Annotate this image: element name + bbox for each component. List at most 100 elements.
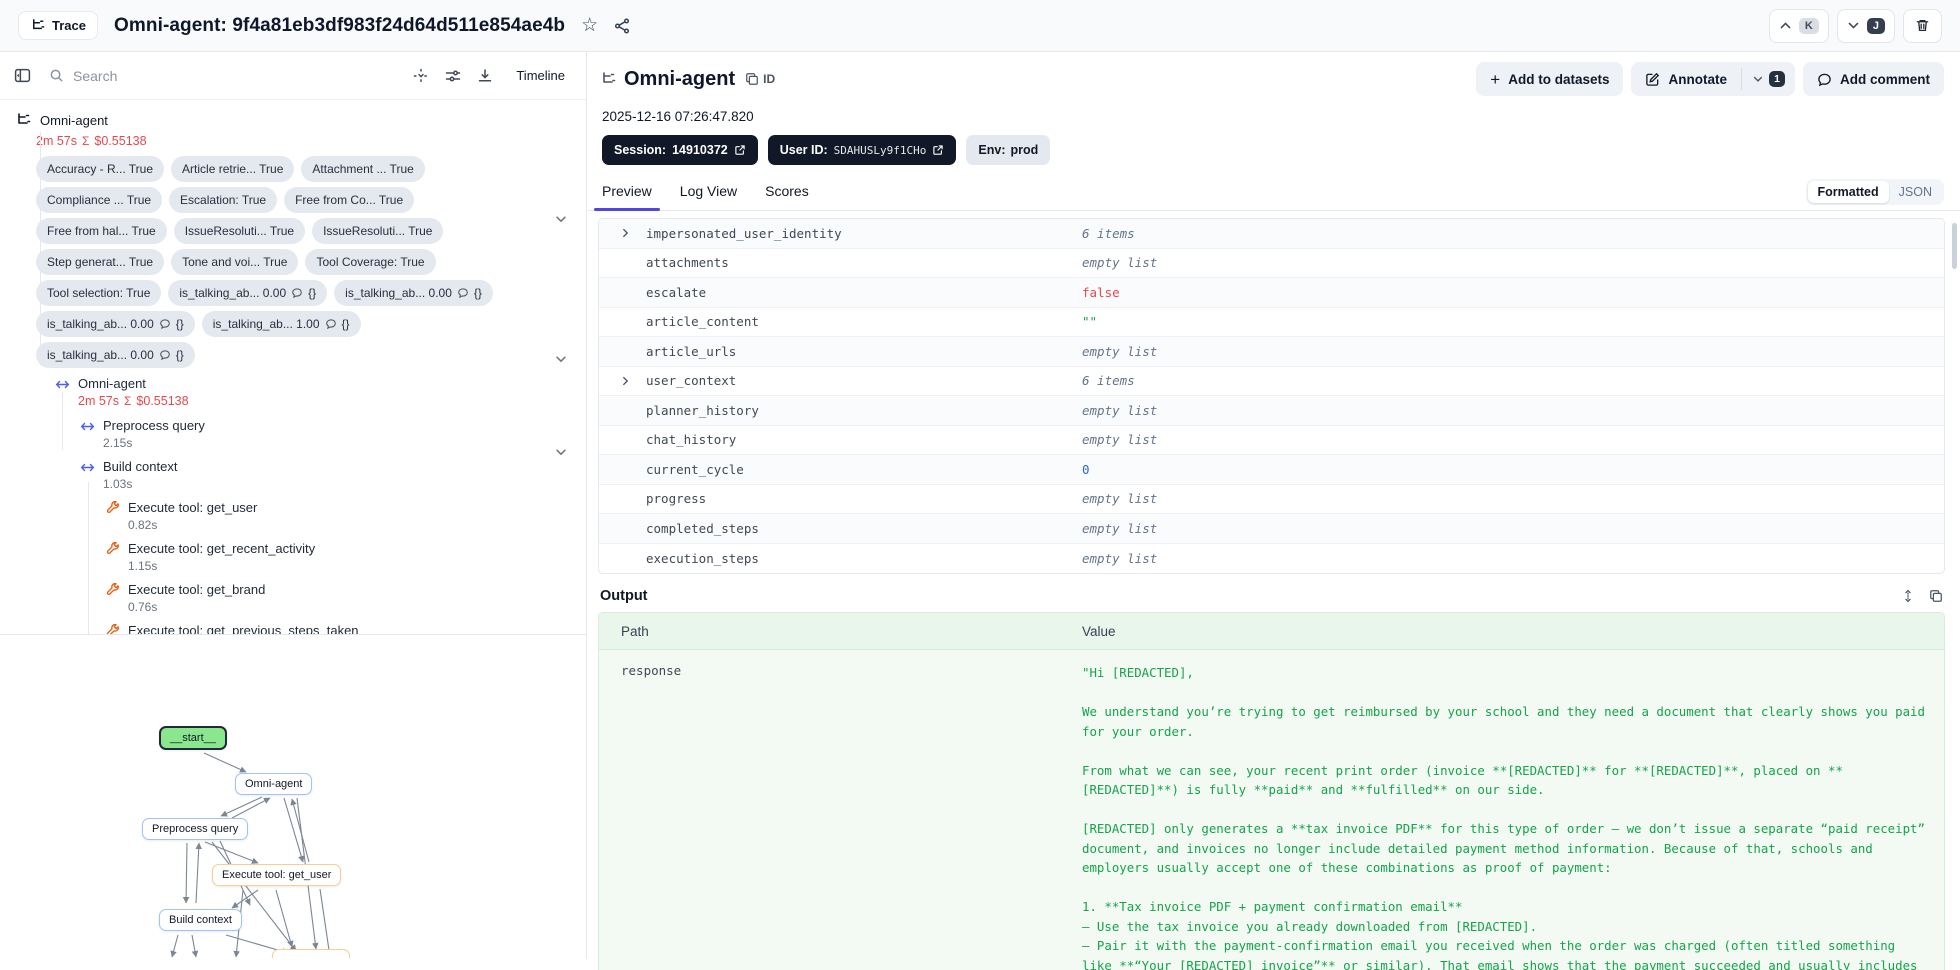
span-metrics: 2m 57s Σ $0.55138 [78, 394, 189, 408]
score-badge[interactable]: IssueResoluti... True [312, 218, 444, 244]
output-response-row: response "Hi [REDACTED], We understand y… [599, 650, 1944, 970]
annotate-dropdown-button[interactable]: 1 [1742, 62, 1795, 96]
tree-guide-line [88, 482, 89, 634]
wrench-icon [106, 501, 119, 513]
annotate-button[interactable]: Annotate [1631, 62, 1741, 96]
score-badge[interactable]: Accuracy - R... True [36, 156, 165, 182]
annotation-count-badge: 1 [1768, 71, 1785, 87]
table-row: execution_steps empty list [646, 550, 1158, 566]
comment-icon [1818, 73, 1831, 86]
bookmark-star-icon[interactable]: ☆ [581, 14, 598, 37]
top-bar: Trace Omni-agent: 9f4a81eb3df983f24d64d5… [0, 0, 1960, 52]
span-omni-agent[interactable]: Omni-agent 2m 57s Σ $0.55138 [0, 375, 586, 410]
next-trace-button[interactable]: J [1836, 8, 1895, 43]
span-arrows-icon [55, 380, 70, 389]
collapse-chevron-icon[interactable] [554, 445, 568, 459]
wrench-icon [106, 583, 119, 595]
table-row: attachments empty list [599, 249, 1944, 278]
tab-scores[interactable]: Scores [763, 183, 811, 210]
graph-node-omni-agent[interactable]: Omni-agent [235, 773, 313, 795]
col-path: Path [621, 623, 649, 639]
copy-output-icon[interactable] [1929, 589, 1943, 603]
score-badge[interactable]: Step generat... True [36, 249, 165, 275]
collapse-chevron-icon[interactable] [554, 352, 568, 366]
score-badge[interactable]: Free from hal... True [36, 218, 167, 244]
score-badge[interactable]: IssueResoluti... True [173, 218, 306, 244]
preview-content: impersonated_user_identity 6 items attac… [588, 211, 1960, 970]
expand-output-icon[interactable] [1901, 589, 1915, 603]
tab-log-view[interactable]: Log View [678, 183, 739, 210]
copy-id-icon[interactable] [745, 72, 759, 86]
score-badge[interactable]: is_talking_ab... 0.00 {} [36, 311, 195, 337]
graph-node-start[interactable]: __start__ [159, 726, 227, 750]
table-row: user_context 6 items [599, 367, 1944, 396]
wrench-icon [106, 542, 119, 554]
pencil-square-icon [1646, 72, 1660, 86]
delete-trace-button[interactable] [1903, 8, 1942, 43]
format-formatted[interactable]: Formatted [1807, 181, 1889, 203]
chevron-up-icon [1780, 22, 1791, 29]
settings-sliders-icon[interactable] [445, 68, 461, 84]
agent-graph: __start__ Omni-agent Preprocess query Ex… [0, 635, 586, 958]
sum-icon: Σ [124, 394, 132, 408]
search-icon [50, 69, 63, 82]
scrollbar-thumb[interactable] [1952, 223, 1957, 269]
comment-icon [325, 319, 336, 330]
score-badge[interactable]: Escalation: True [169, 187, 278, 213]
graph-node-partial[interactable] [272, 949, 350, 958]
id-label[interactable]: ID [763, 72, 775, 86]
collapse-sidebar-icon[interactable] [14, 67, 31, 84]
score-badge[interactable]: Compliance ... True [36, 187, 163, 213]
score-badge[interactable]: Attachment ... True [301, 156, 425, 182]
score-badge[interactable]: Free from Co... True [284, 187, 415, 213]
score-badge[interactable]: Tone and voi... True [171, 249, 299, 275]
table-row: planner_history empty list [599, 396, 1944, 426]
comment-icon [292, 288, 302, 299]
search-box [49, 67, 299, 84]
output-table: Path Value response "Hi [REDACTED], We u… [598, 612, 1945, 970]
timeline-toggle[interactable]: Timeline [509, 63, 572, 88]
format-toggle: Formatted JSON [1805, 179, 1944, 205]
prev-trace-button[interactable]: K [1768, 8, 1829, 43]
tree-guide-line [40, 132, 41, 354]
graph-node-build-context[interactable]: Build context [159, 909, 242, 931]
table-row: current_cycle 0 [599, 455, 1944, 485]
col-value: Value [1082, 623, 1116, 639]
format-json[interactable]: JSON [1889, 181, 1942, 203]
list-tree-icon [603, 72, 616, 83]
score-badge[interactable]: is_talking_ab... 0.00 {} [36, 342, 195, 368]
score-badge[interactable]: is_talking_ab... 1.00 {} [201, 311, 361, 337]
score-badge[interactable]: Tool selection: True [36, 280, 162, 306]
comment-icon [159, 350, 170, 361]
graph-node-preprocess-query[interactable]: Preprocess query [142, 818, 249, 840]
share-icon[interactable] [614, 17, 630, 34]
score-badge[interactable]: is_talking_ab... 0.00 {} [334, 280, 493, 306]
expand-row-icon[interactable] [620, 228, 631, 239]
download-icon[interactable] [477, 68, 493, 84]
root-duration: 2m 57s [36, 134, 77, 148]
tab-preview[interactable]: Preview [594, 183, 660, 211]
search-input[interactable] [73, 67, 273, 84]
score-badge[interactable]: Tool Coverage: True [305, 249, 436, 275]
tree-root-omni-agent[interactable]: Omni-agent [0, 110, 586, 130]
trace-type-chip[interactable]: Trace [18, 11, 98, 40]
root-cost: $0.55138 [94, 134, 147, 148]
collapse-all-icon[interactable] [413, 68, 429, 84]
root-metrics: 2m 57s Σ $0.55138 [0, 132, 586, 150]
score-badge[interactable]: is_talking_ab... 0.00 {} [168, 280, 328, 306]
score-badge[interactable]: Article retrie... True [171, 156, 295, 182]
comment-icon [458, 288, 468, 299]
collapse-chevron-icon[interactable] [554, 212, 568, 226]
add-comment-button[interactable]: Add comment [1802, 62, 1944, 96]
trace-timestamp: 2025-12-16 07:26:47.820 [602, 109, 754, 124]
graph-node-execute-tool-get-user[interactable]: Execute tool: get_user [212, 864, 342, 886]
span-preprocess-query[interactable]: Preprocess query 2.15s [0, 417, 586, 451]
user-id-badge[interactable]: User ID: SDAHUSLy9f1CHo [767, 135, 957, 165]
add-to-datasets-button[interactable]: + Add to datasets [1476, 62, 1624, 96]
list-tree-icon [33, 19, 45, 30]
expand-row-icon[interactable] [620, 375, 631, 386]
list-tree-icon [18, 113, 31, 124]
tree-toolbar: Timeline [0, 52, 586, 100]
env-badge: Env: prod [966, 135, 1051, 165]
session-badge[interactable]: Session: 14910372 [602, 135, 758, 165]
